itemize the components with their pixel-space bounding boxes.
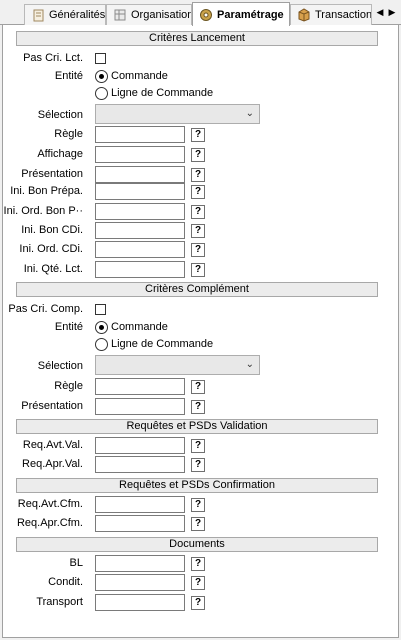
section-header-lancement: Critères Lancement <box>16 31 378 46</box>
ini-bon-cdi-input[interactable] <box>95 222 185 239</box>
help-button[interactable]: ? <box>191 517 205 531</box>
field-label: Ini. Ord. CDi. <box>19 243 83 255</box>
tab-label: Généralités <box>49 9 106 21</box>
ini-ord-bon-input[interactable] <box>95 203 185 220</box>
field-label: BL <box>69 557 83 569</box>
field-label: Règle <box>54 128 83 140</box>
radio-selected-icon <box>95 320 108 334</box>
section-header-documents: Documents <box>16 537 378 552</box>
pas-cri-lct-label: Pas Cri. Lct. <box>23 52 83 64</box>
help-button[interactable]: ? <box>191 185 205 199</box>
tab-bar: Généralités Organisation Paramétrage Tra… <box>0 0 401 26</box>
req-avt-cfm-input[interactable] <box>95 496 185 513</box>
selection-label: Sélection <box>37 109 83 121</box>
tab-scroll-right-icon[interactable]: ▶ <box>386 3 398 21</box>
field-label: Présentation <box>21 400 83 412</box>
bl-input[interactable] <box>95 555 185 572</box>
help-button[interactable]: ? <box>191 205 205 219</box>
chevron-down-icon: ⌄ <box>245 359 254 370</box>
entite-label: Entité <box>54 321 83 333</box>
presentation-input[interactable] <box>95 398 185 415</box>
selection-dropdown[interactable]: ⌄ <box>95 355 260 375</box>
help-button[interactable]: ? <box>191 168 205 182</box>
ini-ord-cdi-input[interactable] <box>95 241 185 258</box>
presentation-input[interactable] <box>95 166 185 183</box>
field-label: Ini. Ord. Bon P·· <box>3 205 83 217</box>
entite-radio-commande[interactable]: Commande <box>95 69 168 83</box>
field-label: Affichage <box>37 148 83 160</box>
parametrage-panel: Critères Lancement Pas Cri. Lct. Entité … <box>2 25 399 638</box>
field-label: Req.Apr.Cfm. <box>16 517 83 529</box>
pas-cri-lct-checkbox[interactable] <box>95 53 106 64</box>
req-avt-val-input[interactable] <box>95 437 185 454</box>
field-label: Ini. Bon CDi. <box>21 224 83 236</box>
radio-label: Ligne de Commande <box>111 87 214 99</box>
help-button[interactable]: ? <box>191 498 205 512</box>
tab-label: Organisation <box>131 9 192 21</box>
field-label: Règle <box>54 380 83 392</box>
help-button[interactable]: ? <box>191 458 205 472</box>
tab-parametrage[interactable]: Paramétrage <box>192 2 290 26</box>
radio-unselected-icon <box>95 337 108 351</box>
pas-cri-comp-checkbox[interactable] <box>95 304 106 315</box>
help-button[interactable]: ? <box>191 128 205 142</box>
field-label: Req.Avt.Cfm. <box>17 498 83 510</box>
radio-label: Commande <box>111 321 168 333</box>
help-button[interactable]: ? <box>191 263 205 277</box>
pas-cri-comp-label: Pas Cri. Comp. <box>8 303 83 315</box>
help-button[interactable]: ? <box>191 380 205 394</box>
organisation-icon <box>113 8 127 22</box>
ini-qte-lct-input[interactable] <box>95 261 185 278</box>
help-button[interactable]: ? <box>191 243 205 257</box>
field-label: Req.Avt.Val. <box>22 439 83 451</box>
selection-label: Sélection <box>37 360 83 372</box>
tab-organisation[interactable]: Organisation <box>106 4 192 25</box>
field-label: Condit. <box>48 576 83 588</box>
selection-dropdown[interactable]: ⌄ <box>95 104 260 124</box>
req-apr-cfm-input[interactable] <box>95 515 185 532</box>
regle-input[interactable] <box>95 126 185 143</box>
help-button[interactable]: ? <box>191 148 205 162</box>
radio-label: Ligne de Commande <box>111 338 214 350</box>
field-label: Ini. Qté. Lct. <box>23 263 83 275</box>
field-label: Req.Apr.Val. <box>22 458 83 470</box>
transaction-box-icon <box>297 8 311 22</box>
help-button[interactable]: ? <box>191 224 205 238</box>
radio-label: Commande <box>111 70 168 82</box>
entite-label: Entité <box>54 70 83 82</box>
tab-generalites[interactable]: Généralités <box>24 4 106 25</box>
entite-radio-commande[interactable]: Commande <box>95 320 168 334</box>
radio-unselected-icon <box>95 86 108 100</box>
radio-selected-icon <box>95 69 108 83</box>
ini-bon-prepa-input[interactable] <box>95 183 185 200</box>
help-button[interactable]: ? <box>191 557 205 571</box>
section-header-confirmation: Requêtes et PSDs Confirmation <box>16 478 378 493</box>
field-label: Ini. Bon Prépa. <box>10 185 83 197</box>
help-button[interactable]: ? <box>191 400 205 414</box>
affichage-input[interactable] <box>95 146 185 163</box>
tab-label: Transaction <box>315 9 372 21</box>
transport-input[interactable] <box>95 594 185 611</box>
help-button[interactable]: ? <box>191 439 205 453</box>
tab-transaction[interactable]: Transaction <box>290 4 372 25</box>
condit-input[interactable] <box>95 574 185 591</box>
field-label: Transport <box>36 596 83 608</box>
section-header-validation: Requêtes et PSDs Validation <box>16 419 378 434</box>
help-button[interactable]: ? <box>191 576 205 590</box>
entite-radio-ligne[interactable]: Ligne de Commande <box>95 337 213 351</box>
req-apr-val-input[interactable] <box>95 456 185 473</box>
section-header-complement: Critères Complément <box>16 282 378 297</box>
regle-input[interactable] <box>95 378 185 395</box>
entite-radio-ligne[interactable]: Ligne de Commande <box>95 86 213 100</box>
parametrage-gear-icon <box>199 8 213 22</box>
field-label: Présentation <box>21 168 83 180</box>
tab-scroll-left-icon[interactable]: ◀ <box>374 3 386 21</box>
tab-label: Paramétrage <box>217 8 284 21</box>
help-button[interactable]: ? <box>191 596 205 610</box>
generalites-icon <box>31 8 45 22</box>
chevron-down-icon: ⌄ <box>245 108 254 119</box>
